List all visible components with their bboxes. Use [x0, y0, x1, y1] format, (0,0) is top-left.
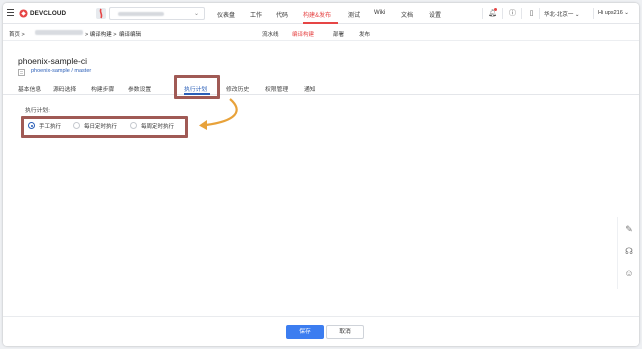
app-window: DEVCLOUD ⌄ 仪表盘 工作 代码 构建&发布 测试 Wiki 文档 设置… — [3, 3, 639, 346]
nav-active-indicator — [303, 22, 338, 24]
tab-bar: 基本信息 源码选择 构建步骤 参数设置 执行计划 修改历史 权限管理 通知 — [3, 81, 639, 95]
notification-badge — [494, 8, 497, 11]
support-icon[interactable]: ☊ — [621, 243, 637, 259]
chat-icon[interactable]: ☺ — [621, 265, 637, 281]
radio-manual[interactable] — [28, 122, 35, 129]
annotation-arrow — [199, 98, 238, 130]
help-icon[interactable]: ⓘ — [508, 9, 517, 18]
logo-icon — [19, 9, 28, 18]
project-select[interactable]: ⌄ — [109, 7, 205, 20]
tab-build-steps[interactable]: 构建步骤 — [91, 84, 114, 93]
brand-name: DEVCLOUD — [30, 10, 67, 17]
breadcrumb-project-redacted[interactable] — [35, 30, 83, 35]
nav-wiki[interactable]: Wiki — [374, 10, 385, 16]
radio-manual-label[interactable]: 手工执行 — [39, 122, 61, 130]
user-menu[interactable]: Hi ups216 ⌄ — [598, 10, 629, 16]
project-name-redacted — [118, 12, 164, 16]
subnav-pipeline[interactable]: 流水线 — [262, 30, 279, 38]
divider — [521, 8, 522, 19]
subnav-build[interactable]: 编译构建 — [292, 30, 314, 38]
nav-work[interactable]: 工作 — [250, 10, 262, 19]
divider — [539, 8, 540, 19]
divider — [482, 8, 483, 19]
radio-weekly-label[interactable]: 每周定时执行 — [141, 122, 174, 130]
radio-daily-label[interactable]: 每日定时执行 — [84, 122, 117, 130]
nav-settings[interactable]: 设置 — [429, 10, 441, 19]
menu-icon[interactable] — [7, 9, 14, 17]
repo-link[interactable]: phoenix-sample / master — [31, 68, 91, 74]
breadcrumb-current: 编译编辑 — [119, 32, 142, 38]
project-icon — [96, 8, 106, 19]
nav-build-release[interactable]: 构建&发布 — [303, 10, 331, 19]
subnav-deploy[interactable]: 部署 — [333, 30, 344, 38]
subnav-release[interactable]: 发布 — [359, 30, 370, 38]
divider — [502, 8, 503, 19]
tab-history[interactable]: 修改历史 — [226, 84, 249, 93]
feedback-icon[interactable]: ✎ — [621, 221, 637, 237]
nav-docs[interactable]: 文档 — [401, 10, 413, 19]
tab-basic-info[interactable]: 基本信息 — [18, 84, 41, 93]
chevron-down-icon: ⌄ — [193, 11, 199, 17]
tab-params[interactable]: 参数设置 — [128, 84, 151, 93]
divider — [593, 8, 594, 19]
radio-weekly[interactable] — [130, 122, 137, 129]
page-title: phoenix-sample-ci — [18, 56, 87, 66]
nav-test[interactable]: 测试 — [348, 10, 360, 19]
top-bar: DEVCLOUD ⌄ 仪表盘 工作 代码 构建&发布 测试 Wiki 文档 设置… — [3, 3, 639, 24]
save-button[interactable]: 保存 — [286, 325, 324, 339]
breadcrumb-home[interactable]: 首页 > — [9, 30, 25, 38]
exec-plan-label: 执行计划: — [25, 108, 50, 114]
nav-code[interactable]: 代码 — [276, 10, 288, 19]
device-icon[interactable]: ▯ — [527, 9, 536, 18]
nav-dashboard[interactable]: 仪表盘 — [217, 10, 235, 19]
tab-permissions[interactable]: 权限管理 — [265, 84, 288, 93]
tab-notifications[interactable]: 通知 — [304, 84, 316, 93]
breadcrumb-bar: 首页 > > 编译构建 > 编译编辑 流水线 编译构建 部署 发布 — [3, 25, 639, 41]
tab-source[interactable]: 源码选择 — [53, 84, 76, 93]
breadcrumb-build[interactable]: > 编译构建 > — [85, 30, 116, 38]
radio-daily[interactable] — [73, 122, 80, 129]
region-select[interactable]: 华北-北京一 ⌄ — [544, 10, 579, 18]
cancel-button[interactable]: 取消 — [326, 325, 364, 339]
repo-icon — [18, 69, 25, 76]
